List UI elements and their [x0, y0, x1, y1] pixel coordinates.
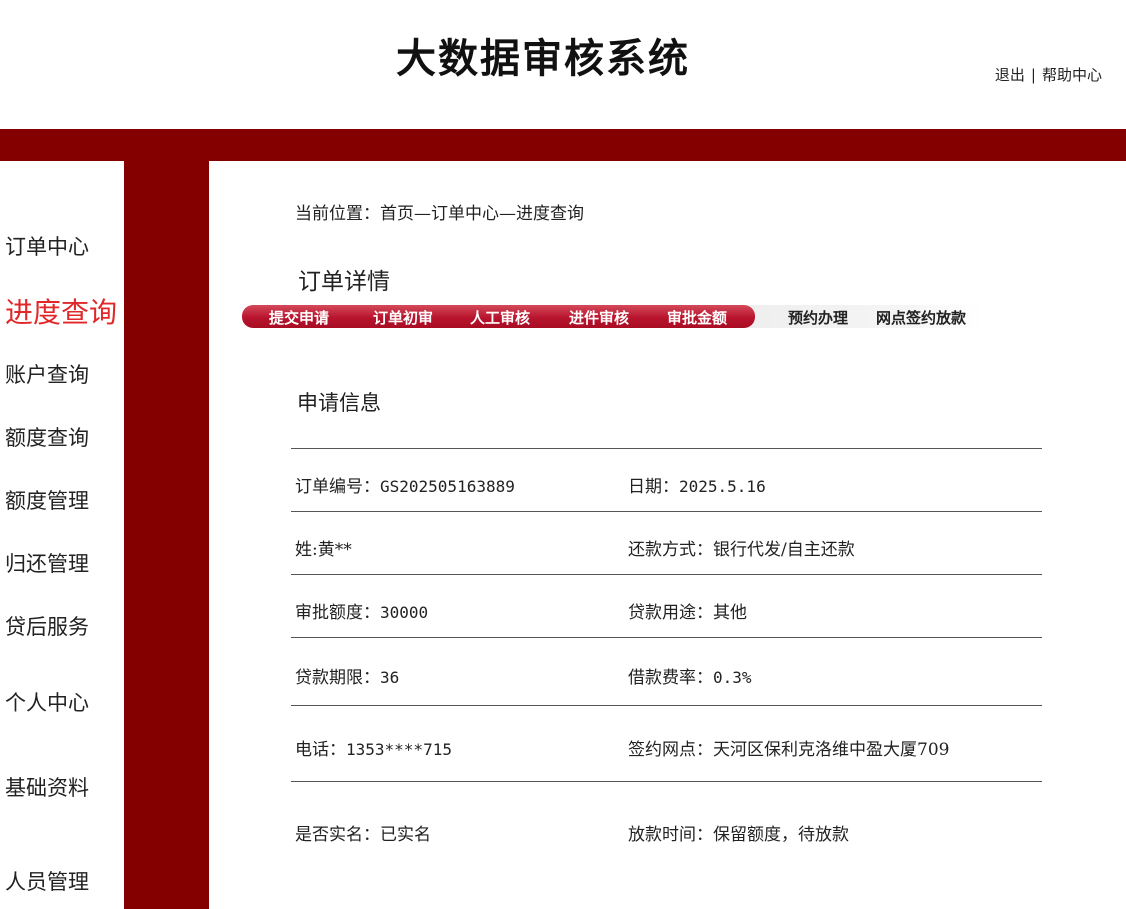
step-order-first-review: 订单初审	[373, 309, 434, 327]
sidebar-item-basic-info[interactable]: 基础资料	[5, 772, 89, 802]
sidebar-item-personal-center[interactable]: 个人中心	[5, 687, 89, 717]
signing-branch-label: 签约网点：	[628, 740, 713, 760]
site-title: 大数据审核系统	[396, 35, 690, 82]
signing-branch-field: 签约网点：天河区保利克洛维中盈大厦709	[628, 735, 949, 760]
disbursement-time-value: 保留额度，待放款	[713, 825, 849, 845]
signing-branch-value: 天河区保利克洛维中盈大厦709	[713, 740, 950, 760]
order-number-field: 订单编号：GS202505163889	[295, 472, 515, 497]
repayment-method-field: 还款方式：银行代发/自主还款	[628, 535, 855, 560]
step-branch-signing-disbursement: 网点签约放款	[876, 309, 967, 327]
divider	[291, 781, 1042, 782]
phone-label: 电话：	[295, 740, 346, 760]
progress-steps: 提交申请 订单初审 人工审核 进件审核 审批金额 预约办理 网点签约放款	[242, 305, 982, 328]
loan-purpose-label: 贷款用途：	[628, 603, 713, 623]
order-detail-title: 订单详情	[298, 269, 390, 295]
phone-value: 1353****715	[346, 740, 452, 759]
sidebar-item-quota-management[interactable]: 额度管理	[5, 485, 89, 515]
top-links: 退出 | 帮助中心	[995, 64, 1102, 85]
surname-field: 姓:黄**	[295, 535, 352, 560]
sidebar-item-quota-query[interactable]: 额度查询	[5, 422, 89, 452]
surname-label: 姓:	[295, 540, 318, 560]
application-info-title: 申请信息	[297, 391, 381, 415]
breadcrumb-home[interactable]: 首页	[380, 204, 414, 224]
order-number-label: 订单编号：	[295, 477, 380, 497]
link-separator: |	[1030, 66, 1036, 84]
loan-rate-label: 借款费率：	[628, 668, 713, 688]
step-approved-amount: 审批金额	[667, 309, 728, 327]
date-value: 2025.5.16	[679, 477, 766, 496]
repayment-method-label: 还款方式：	[628, 540, 713, 560]
surname-value: 黄**	[317, 540, 352, 560]
approved-amount-value: 30000	[380, 603, 429, 622]
breadcrumb-separator: —	[499, 204, 516, 224]
breadcrumb-prefix: 当前位置：	[295, 204, 380, 224]
date-field: 日期：2025.5.16	[628, 472, 766, 497]
loan-purpose-field: 贷款用途：其他	[628, 598, 747, 623]
loan-term-field: 贷款期限：36	[295, 663, 399, 688]
sidebar-divider-bar	[124, 161, 209, 909]
divider	[291, 705, 1042, 706]
divider	[291, 511, 1042, 512]
sidebar-item-post-loan-service[interactable]: 贷后服务	[5, 611, 89, 641]
step-appointment: 预约办理	[788, 309, 849, 327]
real-name-field: 是否实名：已实名	[295, 820, 431, 845]
step-intake-review: 进件审核	[569, 309, 630, 327]
disbursement-time-label: 放款时间：	[628, 825, 713, 845]
breadcrumb-separator: —	[414, 204, 431, 224]
disbursement-time-field: 放款时间：保留额度，待放款	[628, 820, 849, 845]
date-label: 日期：	[628, 477, 679, 497]
divider	[291, 574, 1042, 575]
sidebar-item-return-management[interactable]: 归还管理	[5, 548, 89, 578]
sidebar-item-order-center[interactable]: 订单中心	[5, 231, 89, 261]
loan-term-label: 贷款期限：	[295, 668, 380, 688]
page: 大数据审核系统 退出 | 帮助中心 订单中心 进度查询 账户查询 额度查询 额度管理…	[0, 0, 1126, 909]
order-number-value: GS202505163889	[380, 477, 515, 496]
approved-amount-label: 审批额度：	[295, 603, 380, 623]
loan-purpose-value: 其他	[713, 603, 747, 623]
step-submit-application: 提交申请	[269, 309, 330, 327]
real-name-value: 已实名	[380, 825, 431, 845]
real-name-label: 是否实名：	[295, 825, 380, 845]
help-center-link[interactable]: 帮助中心	[1042, 66, 1102, 84]
loan-term-value: 36	[380, 668, 400, 687]
approved-amount-field: 审批额度：30000	[295, 598, 428, 623]
loan-rate-field: 借款费率：0.3%	[628, 663, 752, 688]
sidebar-item-progress-query[interactable]: 进度查询	[5, 291, 117, 331]
breadcrumb-current: 进度查询	[516, 204, 584, 224]
divider	[291, 448, 1042, 449]
repayment-method-value: 银行代发/自主还款	[713, 540, 855, 560]
loan-rate-value: 0.3%	[713, 668, 752, 687]
sidebar-item-staff-management[interactable]: 人员管理	[5, 866, 89, 896]
divider	[291, 637, 1042, 638]
step-manual-review: 人工审核	[470, 309, 531, 327]
breadcrumb-order-center[interactable]: 订单中心	[431, 204, 499, 224]
phone-field: 电话：1353****715	[295, 735, 452, 760]
sidebar-item-account-query[interactable]: 账户查询	[5, 359, 89, 389]
logout-link[interactable]: 退出	[995, 66, 1025, 84]
top-banner-bar	[0, 129, 1126, 161]
breadcrumb: 当前位置：首页—订单中心—进度查询	[295, 199, 584, 224]
